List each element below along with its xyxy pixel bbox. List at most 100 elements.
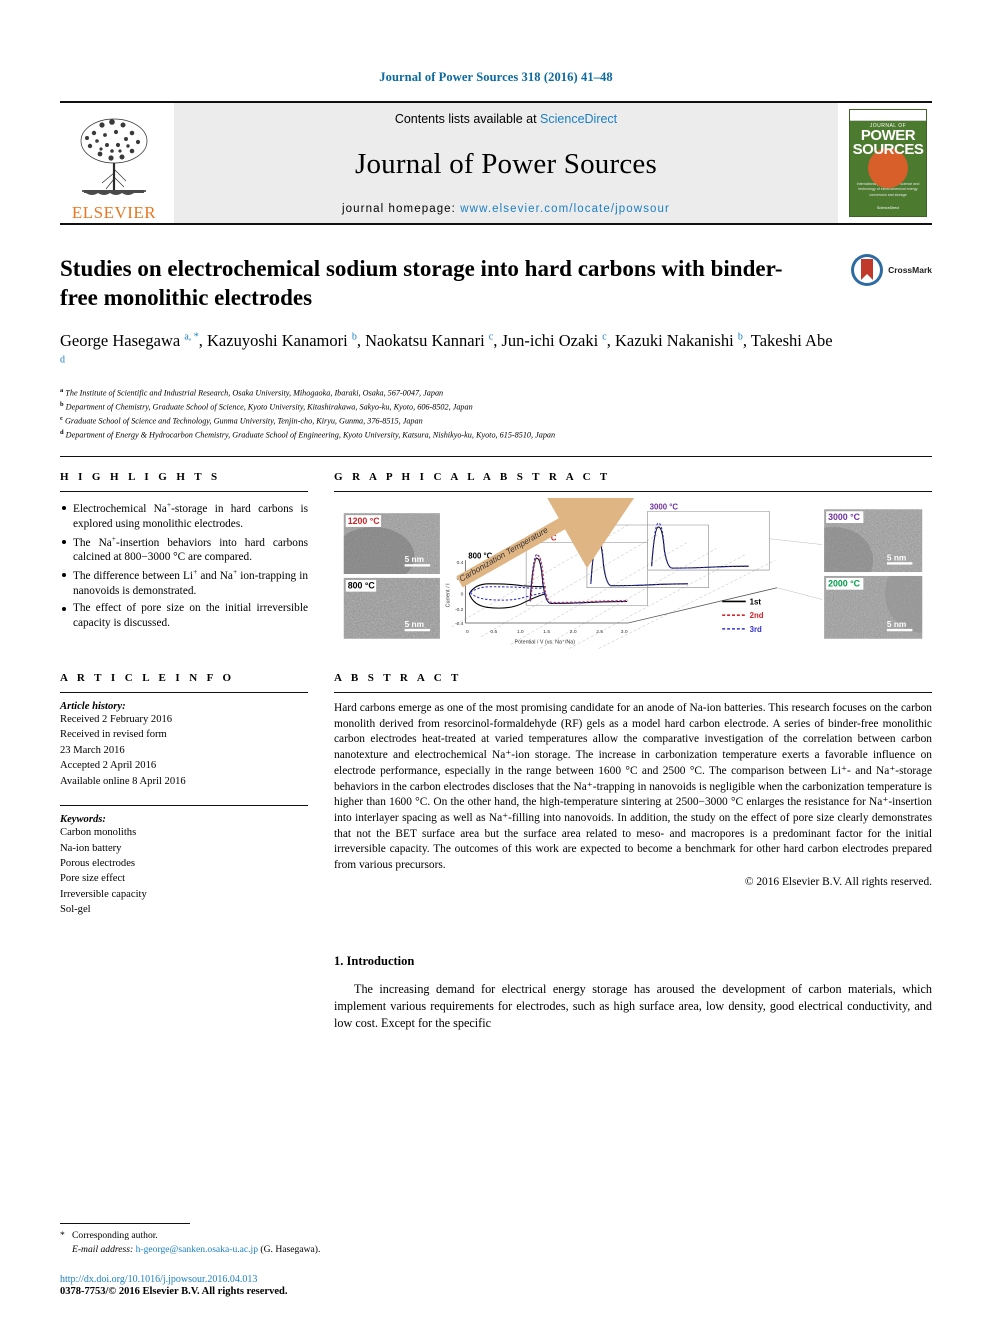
elsevier-logo: ELSEVIER xyxy=(60,103,168,223)
y-tick: 0 xyxy=(461,591,464,597)
introduction-spacer xyxy=(60,954,308,1033)
y-tick: -0.2 xyxy=(455,607,464,613)
contents-available-line: Contents lists available at ScienceDirec… xyxy=(395,112,617,126)
affiliation-item: b Department of Chemistry, Graduate Scho… xyxy=(60,400,473,412)
tem-panel-800: 800 °C 5 nm xyxy=(343,577,440,639)
tem-label-1200: 1200 °C xyxy=(348,516,381,526)
x-tick: 0 xyxy=(466,629,469,635)
doi-link[interactable]: http://dx.doi.org/10.1016/j.jpowsour.201… xyxy=(60,1274,287,1285)
email-link[interactable]: h-george@sanken.osaka-u.ac.jp xyxy=(136,1244,258,1255)
cover-sources-label: SOURCES xyxy=(852,140,924,158)
asterisk-icon: * xyxy=(60,1230,65,1242)
highlights-graphical-row: H I G H L I G H T S Electrochemical Na+-… xyxy=(60,471,932,650)
journal-masthead: ELSEVIER Contents lists available at Sci… xyxy=(60,101,932,225)
footnote-area: * Corresponding author. E-mail address: … xyxy=(60,1223,480,1257)
highlights-rule xyxy=(60,490,308,492)
article-history-item: Available online 8 April 2016 xyxy=(60,775,186,787)
legend-1st: 1st xyxy=(750,597,762,606)
cv-label-2000: 2000 °C xyxy=(589,516,618,525)
scalebar-label: 5 nm xyxy=(887,552,906,562)
abstract-copyright: © 2016 Elsevier B.V. All rights reserved… xyxy=(744,875,932,888)
keyword-item: Sol-gel xyxy=(60,904,91,916)
graphical-abstract-box: 1200 °C 5 nm 800 °C 5 nm 3000 °C 5 nm 20… xyxy=(334,473,932,650)
affiliation-item: d Department of Energy & Hydrocarbon Che… xyxy=(60,428,556,440)
affiliation-text: Department of Chemistry, Graduate School… xyxy=(65,402,473,412)
introduction-column: 1. Introduction The increasing demand fo… xyxy=(334,954,932,1033)
scalebar-label: 5 nm xyxy=(405,619,424,629)
x-axis-label: Potential / V (vs. Na⁺/Na) xyxy=(515,639,576,645)
cv-label-3000: 3000 °C xyxy=(650,502,679,511)
graphical-abstract-column: G R A P H I C A L A B S T R A C T 1200 °… xyxy=(334,471,932,650)
highlights-heading: H I G H L I G H T S xyxy=(60,470,221,483)
journal-cover-thumbnail[interactable]: JOURNAL OF POWER SOURCES International j… xyxy=(844,103,932,223)
contents-prefix: Contents lists available at xyxy=(394,112,541,126)
article-history-item: Received in revised form xyxy=(60,729,167,741)
paper-page: Journal of Power Sources 318 (2016) 41–4… xyxy=(0,0,992,1323)
sciencedirect-link[interactable]: ScienceDirect xyxy=(540,112,617,126)
legend-3rd: 3rd xyxy=(750,625,762,634)
author-list: George Hasegawa a, *, Kazuyoshi Kanamori… xyxy=(60,329,840,376)
scalebar-label: 5 nm xyxy=(887,619,906,629)
keyword-item: Porous electrodes xyxy=(60,858,136,870)
keyword-item: Pore size effect xyxy=(60,873,126,885)
journal-homepage-line: journal homepage: www.elsevier.com/locat… xyxy=(342,203,670,215)
x-tick: 2.0 xyxy=(570,629,577,635)
doi-area: http://dx.doi.org/10.1016/j.jpowsour.201… xyxy=(60,1274,287,1297)
introduction-heading: 1. Introduction xyxy=(334,953,415,968)
email-suffix: (G. Hasegawa). xyxy=(260,1244,321,1256)
elsevier-tree-icon xyxy=(80,118,148,195)
tem-label-800: 800 °C xyxy=(348,581,376,591)
introduction-row: 1. Introduction The increasing demand fo… xyxy=(60,954,932,1033)
title-block: CrossMark Studies on electrochemical sod… xyxy=(60,253,932,442)
article-history-item: Accepted 2 April 2016 xyxy=(60,760,157,772)
author-entry: George Hasegawa a, *, Kazuyoshi Kanamori… xyxy=(60,330,833,366)
cover-top-strip xyxy=(850,110,926,121)
email-label: E-mail address: xyxy=(72,1244,134,1256)
affiliation-item: c Graduate School of Science and Technol… xyxy=(60,414,423,426)
abstract-heading: A B S T R A C T xyxy=(334,671,462,684)
issn-copyright: 0378-7753/© 2016 Elsevier B.V. All right… xyxy=(60,1286,288,1297)
keywords-block: Keywords: Carbon monoliths Na-ion batter… xyxy=(60,805,308,918)
article-info-heading: A R T I C L E I N F O xyxy=(60,671,235,684)
x-tick: 3.0 xyxy=(621,629,628,635)
list-item: The difference between Li+ and Na+ ion-t… xyxy=(60,567,308,599)
y-tick: -0.4 xyxy=(455,621,464,627)
article-history-item: 23 March 2016 xyxy=(60,744,125,756)
highlights-column: H I G H L I G H T S Electrochemical Na+-… xyxy=(60,471,308,650)
elsevier-wordmark: ELSEVIER xyxy=(71,203,157,222)
carbonization-temperature-arrow: Carbonization Temperature xyxy=(456,473,651,588)
x-tick: 2.5 xyxy=(596,629,603,635)
article-info-column: A R T I C L E I N F O Article history: R… xyxy=(60,672,308,918)
footnote-rule xyxy=(60,1223,190,1225)
introduction-paragraph: The increasing demand for electrical ene… xyxy=(334,981,932,1031)
graphical-abstract-heading: G R A P H I C A L A B S T R A C T xyxy=(334,470,611,483)
article-info-rule xyxy=(60,691,308,693)
affiliation-text: The Institute of Scientific and Industri… xyxy=(65,388,444,398)
article-history-label: Article history: xyxy=(60,700,126,712)
affiliation-text: Graduate School of Science and Technolog… xyxy=(64,416,423,426)
article-history-item: Received 2 February 2016 xyxy=(60,713,173,725)
corresponding-author-label: Corresponding author. xyxy=(72,1230,158,1242)
y-tick: 0.4 xyxy=(457,560,464,566)
tem-label-2000: 2000 °C xyxy=(828,579,861,589)
cover-footer-label: ScienceDirect xyxy=(876,206,900,210)
homepage-url-link[interactable]: www.elsevier.com/locate/jpowsour xyxy=(460,203,670,215)
cover-image: JOURNAL OF POWER SOURCES International j… xyxy=(849,109,927,217)
keyword-item: Irreversible capacity xyxy=(60,888,147,900)
corresponding-author-line: * Corresponding author. xyxy=(60,1229,480,1243)
masthead-center: Contents lists available at ScienceDirec… xyxy=(174,103,838,223)
keywords-label: Keywords: xyxy=(60,814,106,826)
abstract-rule xyxy=(334,691,932,693)
homepage-prefix: journal homepage: xyxy=(342,203,461,215)
affiliation-text: Department of Energy & Hydrocarbon Chemi… xyxy=(65,430,556,440)
abstract-column: A B S T R A C T Hard carbons emerge as o… xyxy=(334,672,932,918)
page-title: Studies on electrochemical sodium storag… xyxy=(60,256,783,310)
cv-3d-plot: 800 °C 1200 °C 2000 °C 3000 °C 0.4 0.2 0… xyxy=(446,473,823,649)
crossmark-badge[interactable]: CrossMark xyxy=(850,253,932,287)
keywords-rule xyxy=(60,805,308,807)
legend-2nd: 2nd xyxy=(750,611,764,620)
tem-label-3000: 3000 °C xyxy=(828,512,861,522)
abstract-body: Hard carbons emerge as one of the most p… xyxy=(334,701,932,872)
list-item: Electrochemical Na+-storage in hard carb… xyxy=(60,500,308,532)
graphical-abstract-svg: 1200 °C 5 nm 800 °C 5 nm 3000 °C 5 nm 20… xyxy=(343,473,923,649)
